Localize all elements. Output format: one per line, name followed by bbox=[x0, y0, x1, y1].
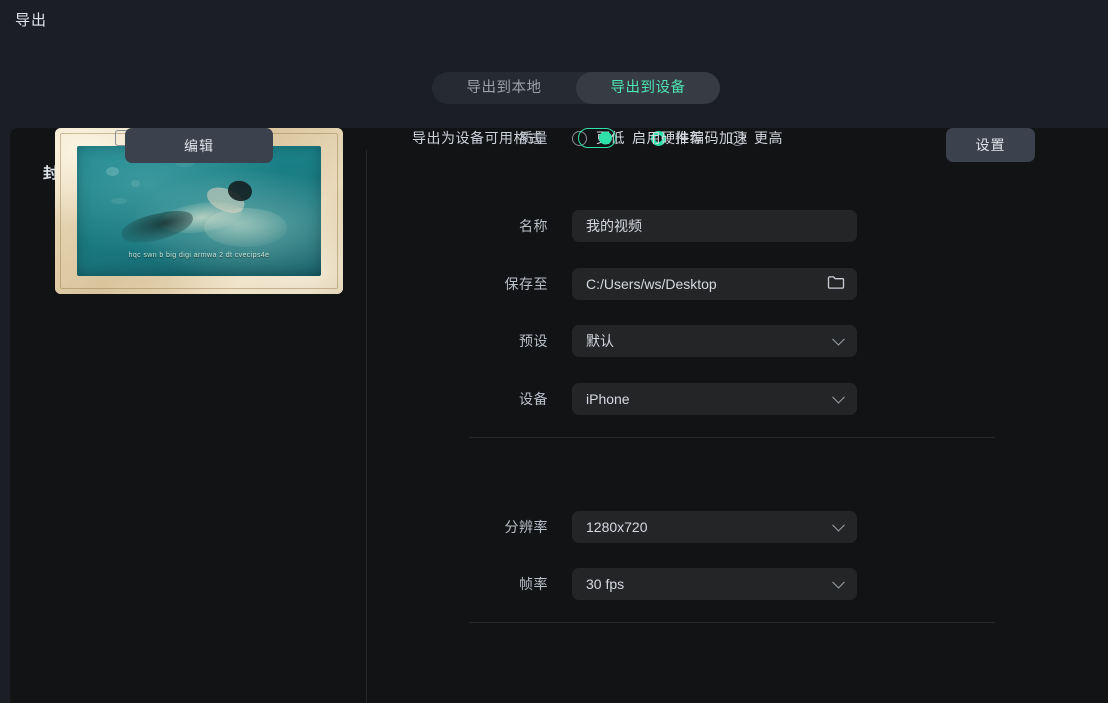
swimmer-hair bbox=[119, 206, 196, 247]
divider-lower bbox=[469, 622, 995, 623]
framerate-value: 30 fps bbox=[586, 576, 624, 592]
device-row: 设备 iPhone bbox=[412, 383, 857, 415]
cover-image: hqc swn b big digi armwa 2 dt cvecips4e bbox=[77, 146, 321, 276]
export-panel: 封面图: NEW hqc swn b big digi armwa 2 dt c… bbox=[10, 128, 1108, 703]
name-input-value: 我的视频 bbox=[586, 216, 642, 236]
quality-label: 质量 bbox=[412, 128, 572, 148]
bubble-icon bbox=[131, 180, 140, 187]
tab-export-to-device[interactable]: 导出到设备 bbox=[576, 72, 720, 104]
cover-subtitle-text: hqc swn b big digi armwa 2 dt cvecips4e bbox=[77, 252, 321, 259]
chevron-down-icon bbox=[832, 391, 845, 404]
framerate-row: 帧率 30 fps bbox=[412, 568, 857, 600]
device-value: iPhone bbox=[586, 391, 630, 407]
preset-row: 预设 默认 bbox=[412, 325, 857, 357]
edit-cover-button[interactable]: 编辑 bbox=[125, 128, 273, 163]
preset-label: 预设 bbox=[412, 331, 572, 351]
export-dialog: 导出 导出到本地 导出到设备 封面图: NEW bbox=[0, 0, 1108, 703]
chevron-down-icon bbox=[832, 576, 845, 589]
folder-icon[interactable] bbox=[827, 275, 845, 294]
preset-value: 默认 bbox=[586, 331, 614, 351]
resolution-label: 分辨率 bbox=[412, 517, 572, 537]
export-mode-tabs: 导出到本地 导出到设备 bbox=[432, 72, 720, 104]
bubble-icon bbox=[111, 198, 127, 204]
save-to-label: 保存至 bbox=[412, 274, 572, 294]
name-label: 名称 bbox=[412, 216, 572, 236]
resolution-row: 分辨率 1280x720 bbox=[412, 511, 857, 543]
hardware-accel-toggle-row[interactable]: 启用硬件编码加速 bbox=[578, 128, 748, 148]
hardware-accel-label: 启用硬件编码加速 bbox=[632, 128, 748, 148]
resolution-select[interactable]: 1280x720 bbox=[572, 511, 857, 543]
framerate-select[interactable]: 30 fps bbox=[572, 568, 857, 600]
save-to-value: C:/Users/ws/Desktop bbox=[586, 276, 717, 292]
column-divider bbox=[366, 150, 367, 703]
chevron-down-icon bbox=[832, 519, 845, 532]
preset-select[interactable]: 默认 bbox=[572, 325, 857, 357]
preset-settings-button[interactable]: 设置 bbox=[946, 128, 1035, 162]
quality-option-higher-label: 更高 bbox=[754, 128, 783, 148]
name-input[interactable]: 我的视频 bbox=[572, 210, 857, 242]
toggle-knob bbox=[599, 132, 612, 145]
title-bar: 导出 导出到本地 导出到设备 bbox=[0, 0, 1108, 128]
device-label: 设备 bbox=[412, 389, 572, 409]
divider-upper bbox=[469, 437, 995, 438]
device-select[interactable]: iPhone bbox=[572, 383, 857, 415]
resolution-value: 1280x720 bbox=[586, 519, 648, 535]
name-row: 名称 我的视频 bbox=[412, 210, 857, 242]
save-to-row: 保存至 C:/Users/ws/Desktop bbox=[412, 268, 857, 300]
page-title: 导出 bbox=[15, 9, 47, 30]
tab-export-to-local[interactable]: 导出到本地 bbox=[432, 72, 576, 104]
framerate-label: 帧率 bbox=[412, 574, 572, 594]
toggle-switch[interactable] bbox=[578, 128, 616, 148]
chevron-down-icon bbox=[832, 333, 845, 346]
save-to-input[interactable]: C:/Users/ws/Desktop bbox=[572, 268, 857, 300]
bubble-icon bbox=[106, 167, 119, 176]
